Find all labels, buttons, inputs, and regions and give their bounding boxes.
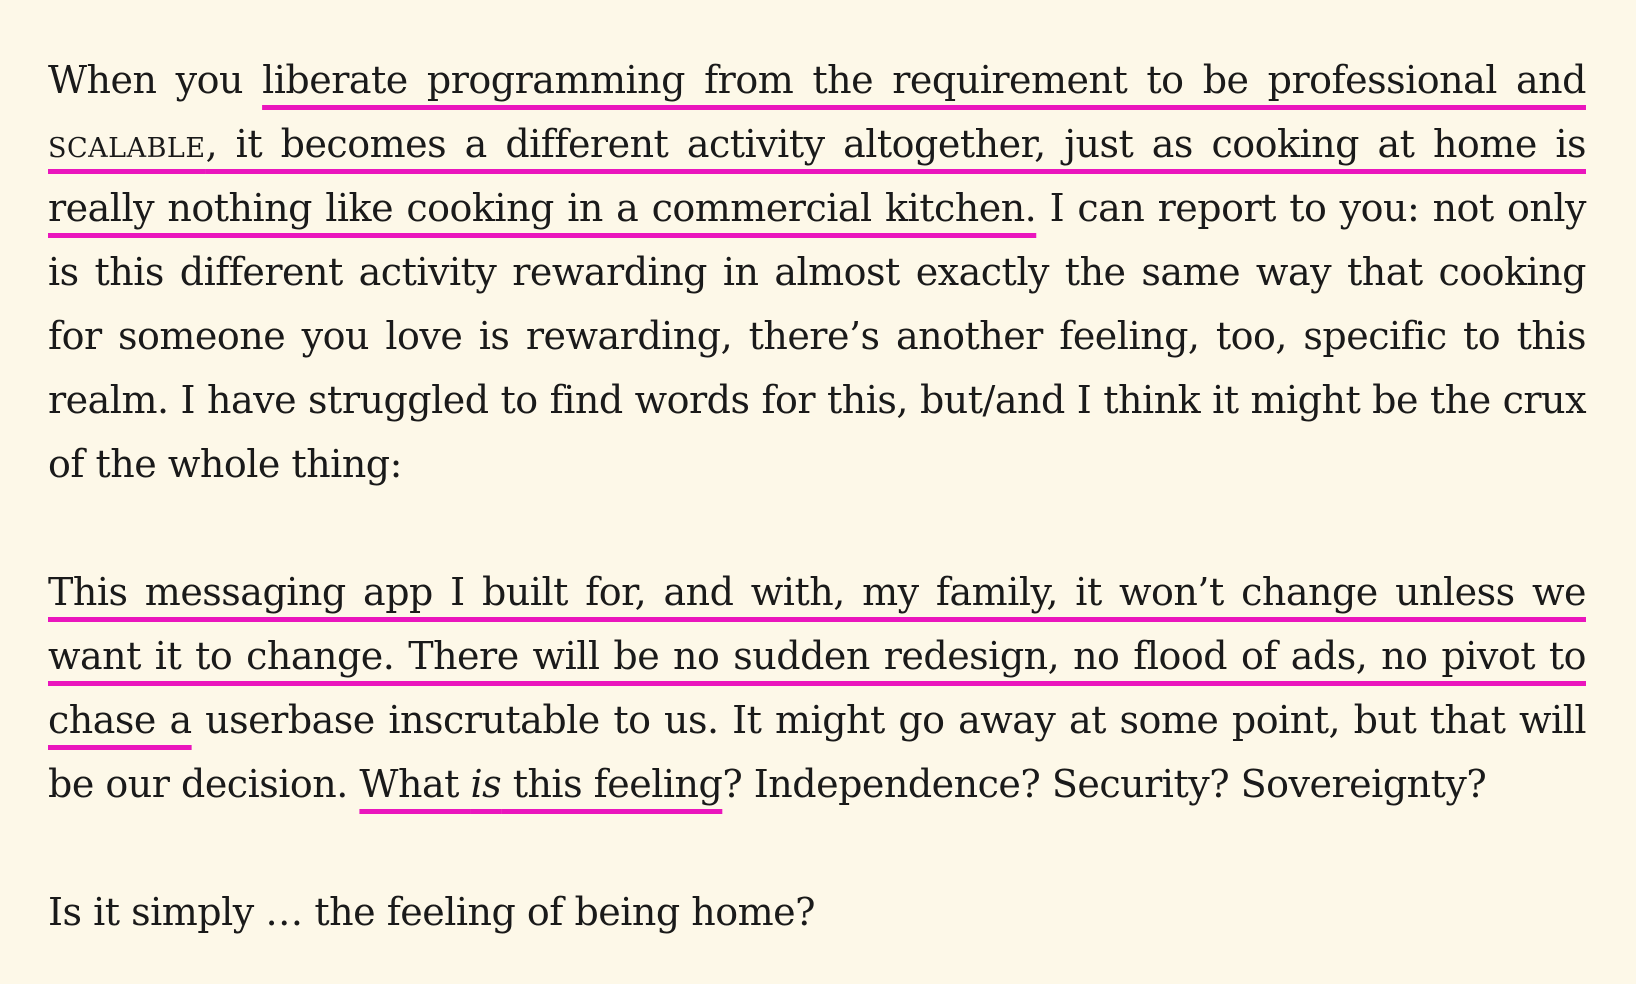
text-run: Is it simply … the feeling of being home… bbox=[48, 890, 816, 934]
text-run: ? Independence? Security? Sovereignty? bbox=[722, 762, 1487, 806]
paragraph-1: When you liberate programming from the r… bbox=[48, 48, 1587, 496]
text-run: I can report to you: not only is this di… bbox=[48, 186, 1587, 486]
paragraph-3: Is it simply … the feeling of being home… bbox=[48, 880, 1586, 944]
text-run: When you bbox=[48, 58, 263, 102]
highlighted-passage: What is this feeling bbox=[359, 762, 722, 806]
emphasis-word: is bbox=[470, 762, 502, 806]
highlight-text: this feeling bbox=[501, 762, 723, 806]
document-page: When you liberate programming from the r… bbox=[0, 0, 1636, 984]
highlight-text: What bbox=[359, 762, 471, 806]
highlight-text: liberate programming from the requiremen… bbox=[262, 58, 1586, 102]
small-caps-word: SCALABLE bbox=[48, 122, 206, 166]
paragraph-2: This messaging app I built for, and with… bbox=[48, 560, 1587, 816]
